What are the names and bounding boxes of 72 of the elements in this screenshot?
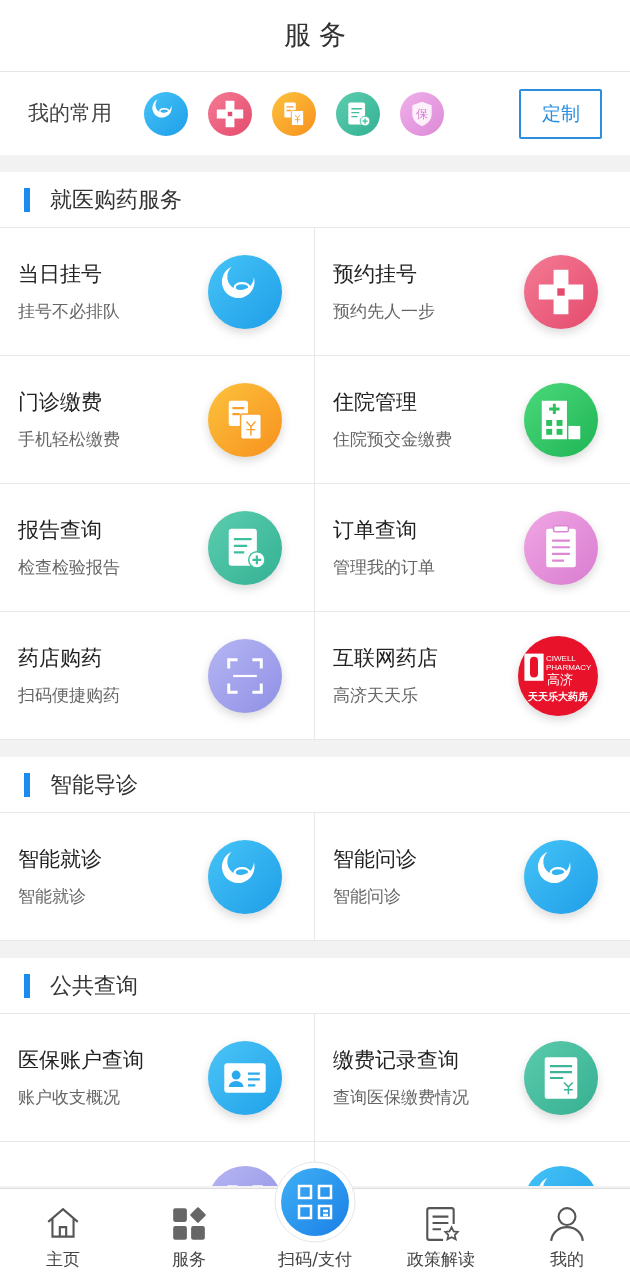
page-title: 服 务	[283, 18, 347, 53]
service-tile[interactable]: 门诊缴费 手机轻松缴费	[0, 356, 315, 484]
service-tile[interactable]: 报告查询 检查检验报告	[0, 484, 315, 612]
tile-subtitle: 手机轻松缴费	[18, 427, 121, 451]
section-title: 公共查询	[50, 972, 138, 1000]
tab-bar-item[interactable]: 政策解读	[378, 1204, 504, 1272]
service-icon	[524, 839, 598, 914]
service-icon	[208, 382, 282, 457]
service-tile[interactable]: 缴费记录查询 查询医保缴费情况	[315, 1014, 630, 1142]
tile-title: 门诊缴费	[18, 389, 103, 416]
tile-subtitle: 住院预交金缴费	[333, 427, 453, 451]
tab-bar-item[interactable]: 服务	[126, 1204, 252, 1272]
service-tile[interactable]: 当日挂号 挂号不必排队	[0, 228, 315, 356]
grid-icon	[170, 1204, 208, 1243]
logo-text: PHARMACY	[546, 662, 592, 672]
section-marker	[24, 187, 30, 212]
service-icon	[524, 1040, 598, 1115]
service-icon	[524, 382, 598, 457]
tile-title: 住院管理	[333, 389, 418, 416]
tile-subtitle: 高济天天乐	[333, 683, 419, 707]
favorite-shortcut[interactable]	[272, 91, 316, 136]
logo-text: CIWELL	[546, 653, 576, 663]
favorite-shortcut[interactable]	[144, 91, 188, 136]
tile-subtitle: 管理我的订单	[333, 555, 436, 579]
section-marker	[24, 973, 30, 998]
tile-subtitle: 挂号不必排队	[18, 299, 121, 323]
tile-subtitle: 账户收支概况	[18, 1085, 121, 1109]
service-tile[interactable]: 预约挂号 预约先人一步	[315, 228, 630, 356]
service-icon	[208, 254, 282, 329]
section-marker	[24, 772, 30, 797]
section-title: 智能导诊	[50, 771, 138, 799]
tile-subtitle: 预约先人一步	[333, 299, 436, 323]
favorites-label: 我的常用	[28, 99, 112, 127]
section-title: 就医购药服务	[50, 186, 182, 214]
tile-title: 当日挂号	[18, 261, 103, 288]
service-icon	[208, 839, 282, 914]
service-tile[interactable]: 住院管理 住院预交金缴费	[315, 356, 630, 484]
service-icon	[208, 638, 282, 713]
favorite-shortcut[interactable]	[336, 91, 380, 136]
logo-text: 高济	[546, 671, 573, 687]
service-icon	[208, 1040, 282, 1115]
logo-text: 天天乐大药房	[528, 689, 588, 702]
tile-subtitle: 检查检验报告	[18, 555, 121, 579]
service-tile[interactable]: 订单查询 管理我的订单	[315, 484, 630, 612]
tile-subtitle: 智能问诊	[333, 884, 402, 908]
tile-title: 订单查询	[333, 517, 418, 544]
tile-subtitle: 智能就诊	[18, 884, 87, 908]
tab-bar-item[interactable]: 主页	[0, 1204, 126, 1272]
tile-title: 报告查询	[18, 517, 103, 544]
tile-title: 智能就诊	[18, 846, 103, 873]
service-tile[interactable]: 互联网药店 高济天天乐 CIWELL PHARMACY 高济 天天乐大药房	[315, 612, 630, 740]
service-icon	[208, 510, 282, 585]
tile-title: 药店购药	[18, 645, 103, 672]
service-icon	[524, 510, 598, 585]
tile-subtitle: 扫码便捷购药	[18, 683, 121, 707]
tile-title: 缴费记录查询	[333, 1047, 460, 1074]
service-icon	[524, 254, 598, 329]
service-tile[interactable]: 医保账户查询 账户收支概况	[0, 1014, 315, 1142]
tile-title: 医保账户查询	[18, 1047, 145, 1074]
service-tile[interactable]: 药店购药 扫码便捷购药	[0, 612, 315, 740]
user-icon	[548, 1204, 586, 1243]
pill-icon	[524, 653, 544, 681]
service-tile[interactable]: 智能就诊 智能就诊	[0, 813, 315, 941]
tile-title: 智能问诊	[333, 846, 418, 873]
favorite-shortcut[interactable]	[208, 91, 252, 136]
tile-title: 预约挂号	[333, 261, 418, 288]
icon-label: 保	[416, 106, 428, 121]
tab-bar-item[interactable]: 我的	[504, 1204, 630, 1272]
tab-bar-item[interactable]: 扫码/支付	[252, 1160, 378, 1272]
service-tile[interactable]: 智能问诊 智能问诊	[315, 813, 630, 941]
tile-subtitle: 查询医保缴费情况	[333, 1085, 470, 1109]
tile-title: 互联网药店	[333, 645, 439, 672]
